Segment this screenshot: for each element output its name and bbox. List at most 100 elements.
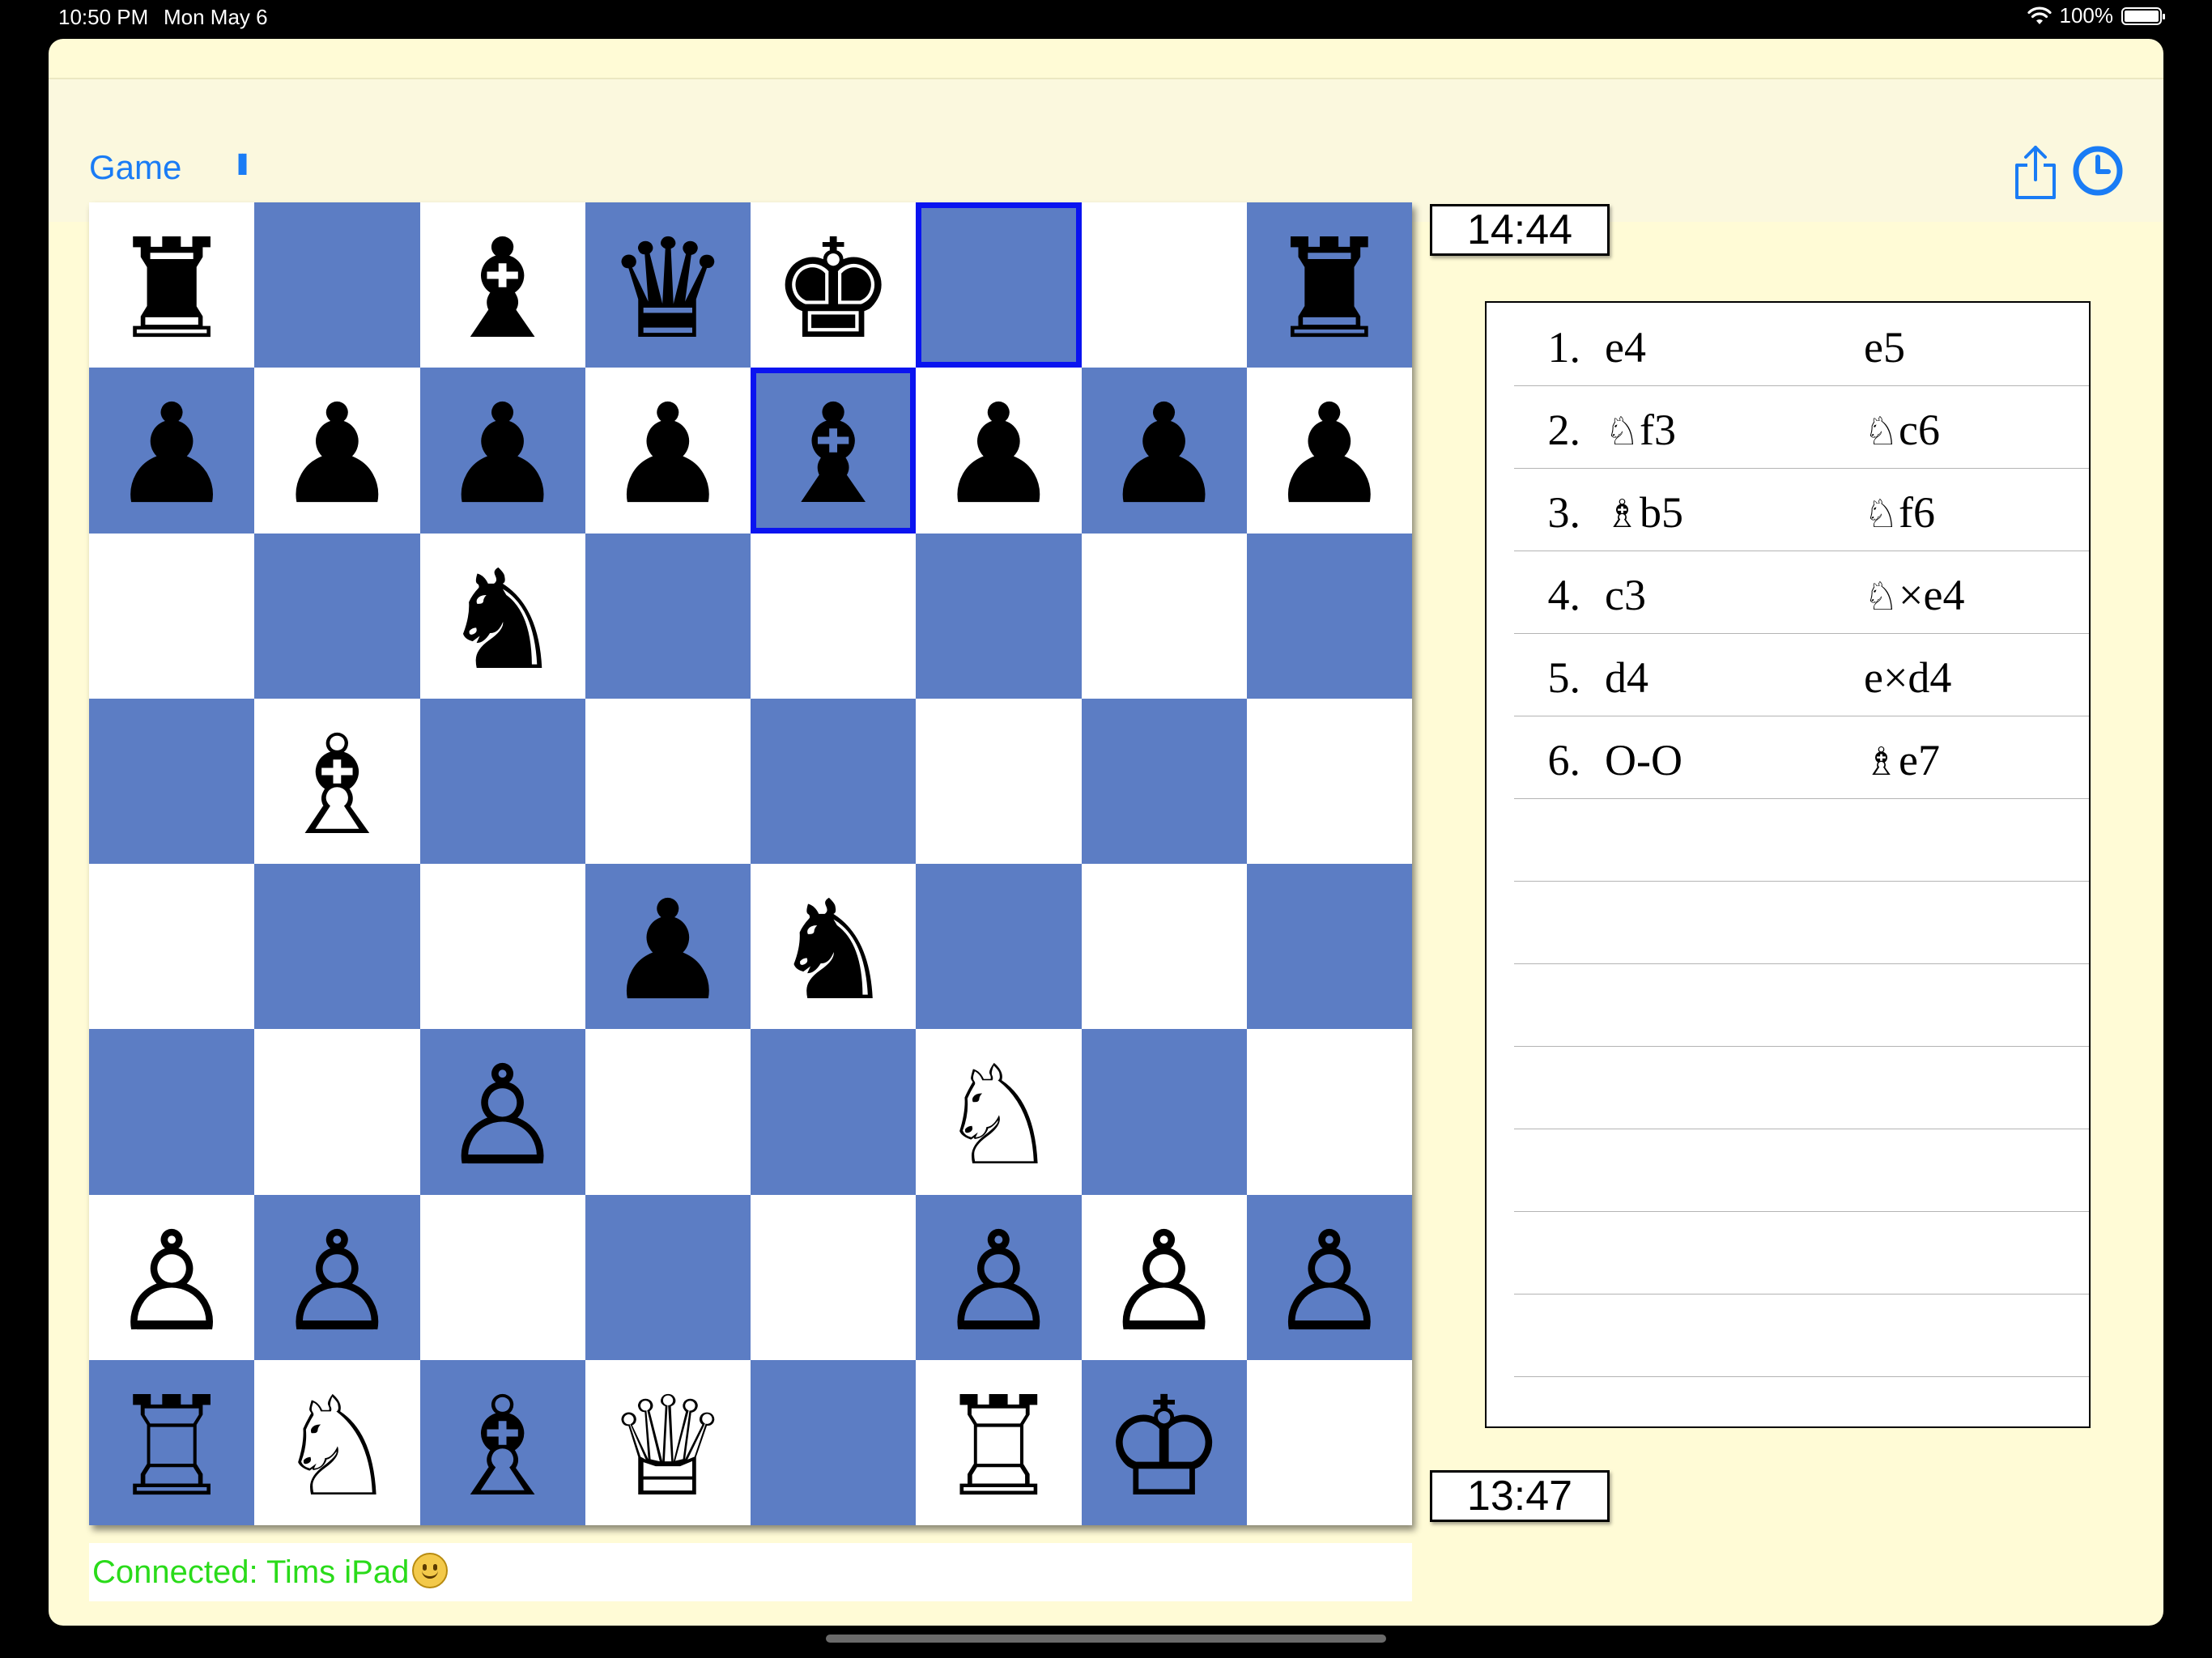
square-f1[interactable]: ♖ <box>916 1359 1082 1525</box>
piece-c3[interactable]: ♙ <box>440 1048 564 1185</box>
square-c3[interactable]: ♙ <box>419 1029 585 1195</box>
square-d6[interactable] <box>585 533 751 699</box>
square-e1[interactable] <box>751 1359 917 1525</box>
white-move[interactable]: c3 <box>1605 570 1646 620</box>
square-e8[interactable]: ♚ <box>751 202 917 368</box>
piece-h2[interactable]: ♙ <box>1268 1214 1391 1351</box>
piece-f3[interactable]: ♘ <box>937 1048 1060 1185</box>
square-h8[interactable]: ♜ <box>1246 202 1412 368</box>
clock-icon[interactable] <box>2073 146 2123 196</box>
piece-f2[interactable]: ♙ <box>937 1214 1060 1351</box>
square-c5[interactable] <box>419 698 585 864</box>
square-d7[interactable]: ♟ <box>585 368 751 534</box>
black-move[interactable]: ♘f6 <box>1864 487 1935 538</box>
piece-a2[interactable]: ♙ <box>110 1214 233 1351</box>
move-row[interactable]: 5. d4 e×d4 <box>1514 633 2089 716</box>
home-indicator[interactable] <box>826 1635 1386 1643</box>
square-b1[interactable]: ♘ <box>254 1359 420 1525</box>
square-a6[interactable] <box>89 533 255 699</box>
square-h7[interactable]: ♟ <box>1246 368 1412 534</box>
square-f6[interactable] <box>916 533 1082 699</box>
square-c7[interactable]: ♟ <box>419 368 585 534</box>
square-f8[interactable] <box>916 202 1082 368</box>
piece-c1[interactable]: ♗ <box>440 1379 564 1516</box>
square-b7[interactable]: ♟ <box>254 368 420 534</box>
square-h6[interactable] <box>1246 533 1412 699</box>
white-move[interactable]: ♘f3 <box>1605 405 1676 455</box>
white-move[interactable]: O-O <box>1605 735 1682 785</box>
piece-h8[interactable]: ♜ <box>1268 221 1391 359</box>
square-f7[interactable]: ♟ <box>916 368 1082 534</box>
square-b3[interactable] <box>254 1029 420 1195</box>
square-d3[interactable] <box>585 1029 751 1195</box>
move-row[interactable]: 1. e4 e5 <box>1514 303 2089 386</box>
piece-c7[interactable]: ♟ <box>440 386 564 524</box>
pause-button[interactable]: II <box>236 148 249 183</box>
piece-b2[interactable]: ♙ <box>275 1214 398 1351</box>
piece-e8[interactable]: ♚ <box>772 221 895 359</box>
square-f3[interactable]: ♘ <box>916 1029 1082 1195</box>
square-e6[interactable] <box>751 533 917 699</box>
square-a4[interactable] <box>89 864 255 1030</box>
square-e3[interactable] <box>751 1029 917 1195</box>
black-move[interactable]: ♗e7 <box>1864 735 1940 785</box>
square-b8[interactable] <box>254 202 420 368</box>
piece-b1[interactable]: ♘ <box>275 1379 398 1516</box>
square-g2[interactable]: ♙ <box>1081 1194 1247 1360</box>
square-g6[interactable] <box>1081 533 1247 699</box>
piece-b5[interactable]: ♗ <box>275 717 398 855</box>
square-d8[interactable]: ♛ <box>585 202 751 368</box>
piece-h7[interactable]: ♟ <box>1268 386 1391 524</box>
square-e5[interactable] <box>751 698 917 864</box>
square-g1[interactable]: ♔ <box>1081 1359 1247 1525</box>
piece-g7[interactable]: ♟ <box>1102 386 1225 524</box>
square-a3[interactable] <box>89 1029 255 1195</box>
piece-e4[interactable]: ♞ <box>772 882 895 1020</box>
square-d1[interactable]: ♕ <box>585 1359 751 1525</box>
square-h3[interactable] <box>1246 1029 1412 1195</box>
piece-d1[interactable]: ♕ <box>606 1379 730 1516</box>
square-h4[interactable] <box>1246 864 1412 1030</box>
piece-a8[interactable]: ♜ <box>110 221 233 359</box>
piece-d8[interactable]: ♛ <box>606 221 730 359</box>
square-g7[interactable]: ♟ <box>1081 368 1247 534</box>
square-e2[interactable] <box>751 1194 917 1360</box>
white-move[interactable]: e4 <box>1605 322 1646 372</box>
square-g5[interactable] <box>1081 698 1247 864</box>
piece-c6[interactable]: ♞ <box>440 552 564 690</box>
square-b2[interactable]: ♙ <box>254 1194 420 1360</box>
white-move[interactable]: d4 <box>1605 653 1648 703</box>
square-a8[interactable]: ♜ <box>89 202 255 368</box>
square-e4[interactable]: ♞ <box>751 864 917 1030</box>
piece-b7[interactable]: ♟ <box>275 386 398 524</box>
piece-g1[interactable]: ♔ <box>1102 1379 1225 1516</box>
square-a2[interactable]: ♙ <box>89 1194 255 1360</box>
move-list[interactable]: 1. e4 e5 2. ♘f3 ♘c6 3. ♗b5 ♘f6 4. c3 ♘×e4 5. d4 e×d4 6.… <box>1485 301 2091 1428</box>
square-c1[interactable]: ♗ <box>419 1359 585 1525</box>
square-e7[interactable]: ♝ <box>751 368 917 534</box>
move-row[interactable]: 2. ♘f3 ♘c6 <box>1514 385 2089 469</box>
piece-d4[interactable]: ♟ <box>606 882 730 1020</box>
move-row[interactable]: 4. c3 ♘×e4 <box>1514 551 2089 634</box>
game-button[interactable]: Game <box>89 148 181 187</box>
piece-f1[interactable]: ♖ <box>937 1379 1060 1516</box>
share-icon[interactable] <box>2013 144 2058 201</box>
square-b4[interactable] <box>254 864 420 1030</box>
piece-f7[interactable]: ♟ <box>937 386 1060 524</box>
square-h5[interactable] <box>1246 698 1412 864</box>
square-f4[interactable] <box>916 864 1082 1030</box>
square-g4[interactable] <box>1081 864 1247 1030</box>
piece-g2[interactable]: ♙ <box>1102 1214 1225 1351</box>
square-c6[interactable]: ♞ <box>419 533 585 699</box>
black-move[interactable]: ♘c6 <box>1864 405 1940 455</box>
square-f5[interactable] <box>916 698 1082 864</box>
black-move[interactable]: ♘×e4 <box>1864 570 1964 620</box>
move-row[interactable]: 3. ♗b5 ♘f6 <box>1514 468 2089 551</box>
piece-c8[interactable]: ♝ <box>440 221 564 359</box>
square-a1[interactable]: ♖ <box>89 1359 255 1525</box>
square-d4[interactable]: ♟ <box>585 864 751 1030</box>
square-b6[interactable] <box>254 533 420 699</box>
square-c2[interactable] <box>419 1194 585 1360</box>
piece-a1[interactable]: ♖ <box>110 1379 233 1516</box>
square-d2[interactable] <box>585 1194 751 1360</box>
